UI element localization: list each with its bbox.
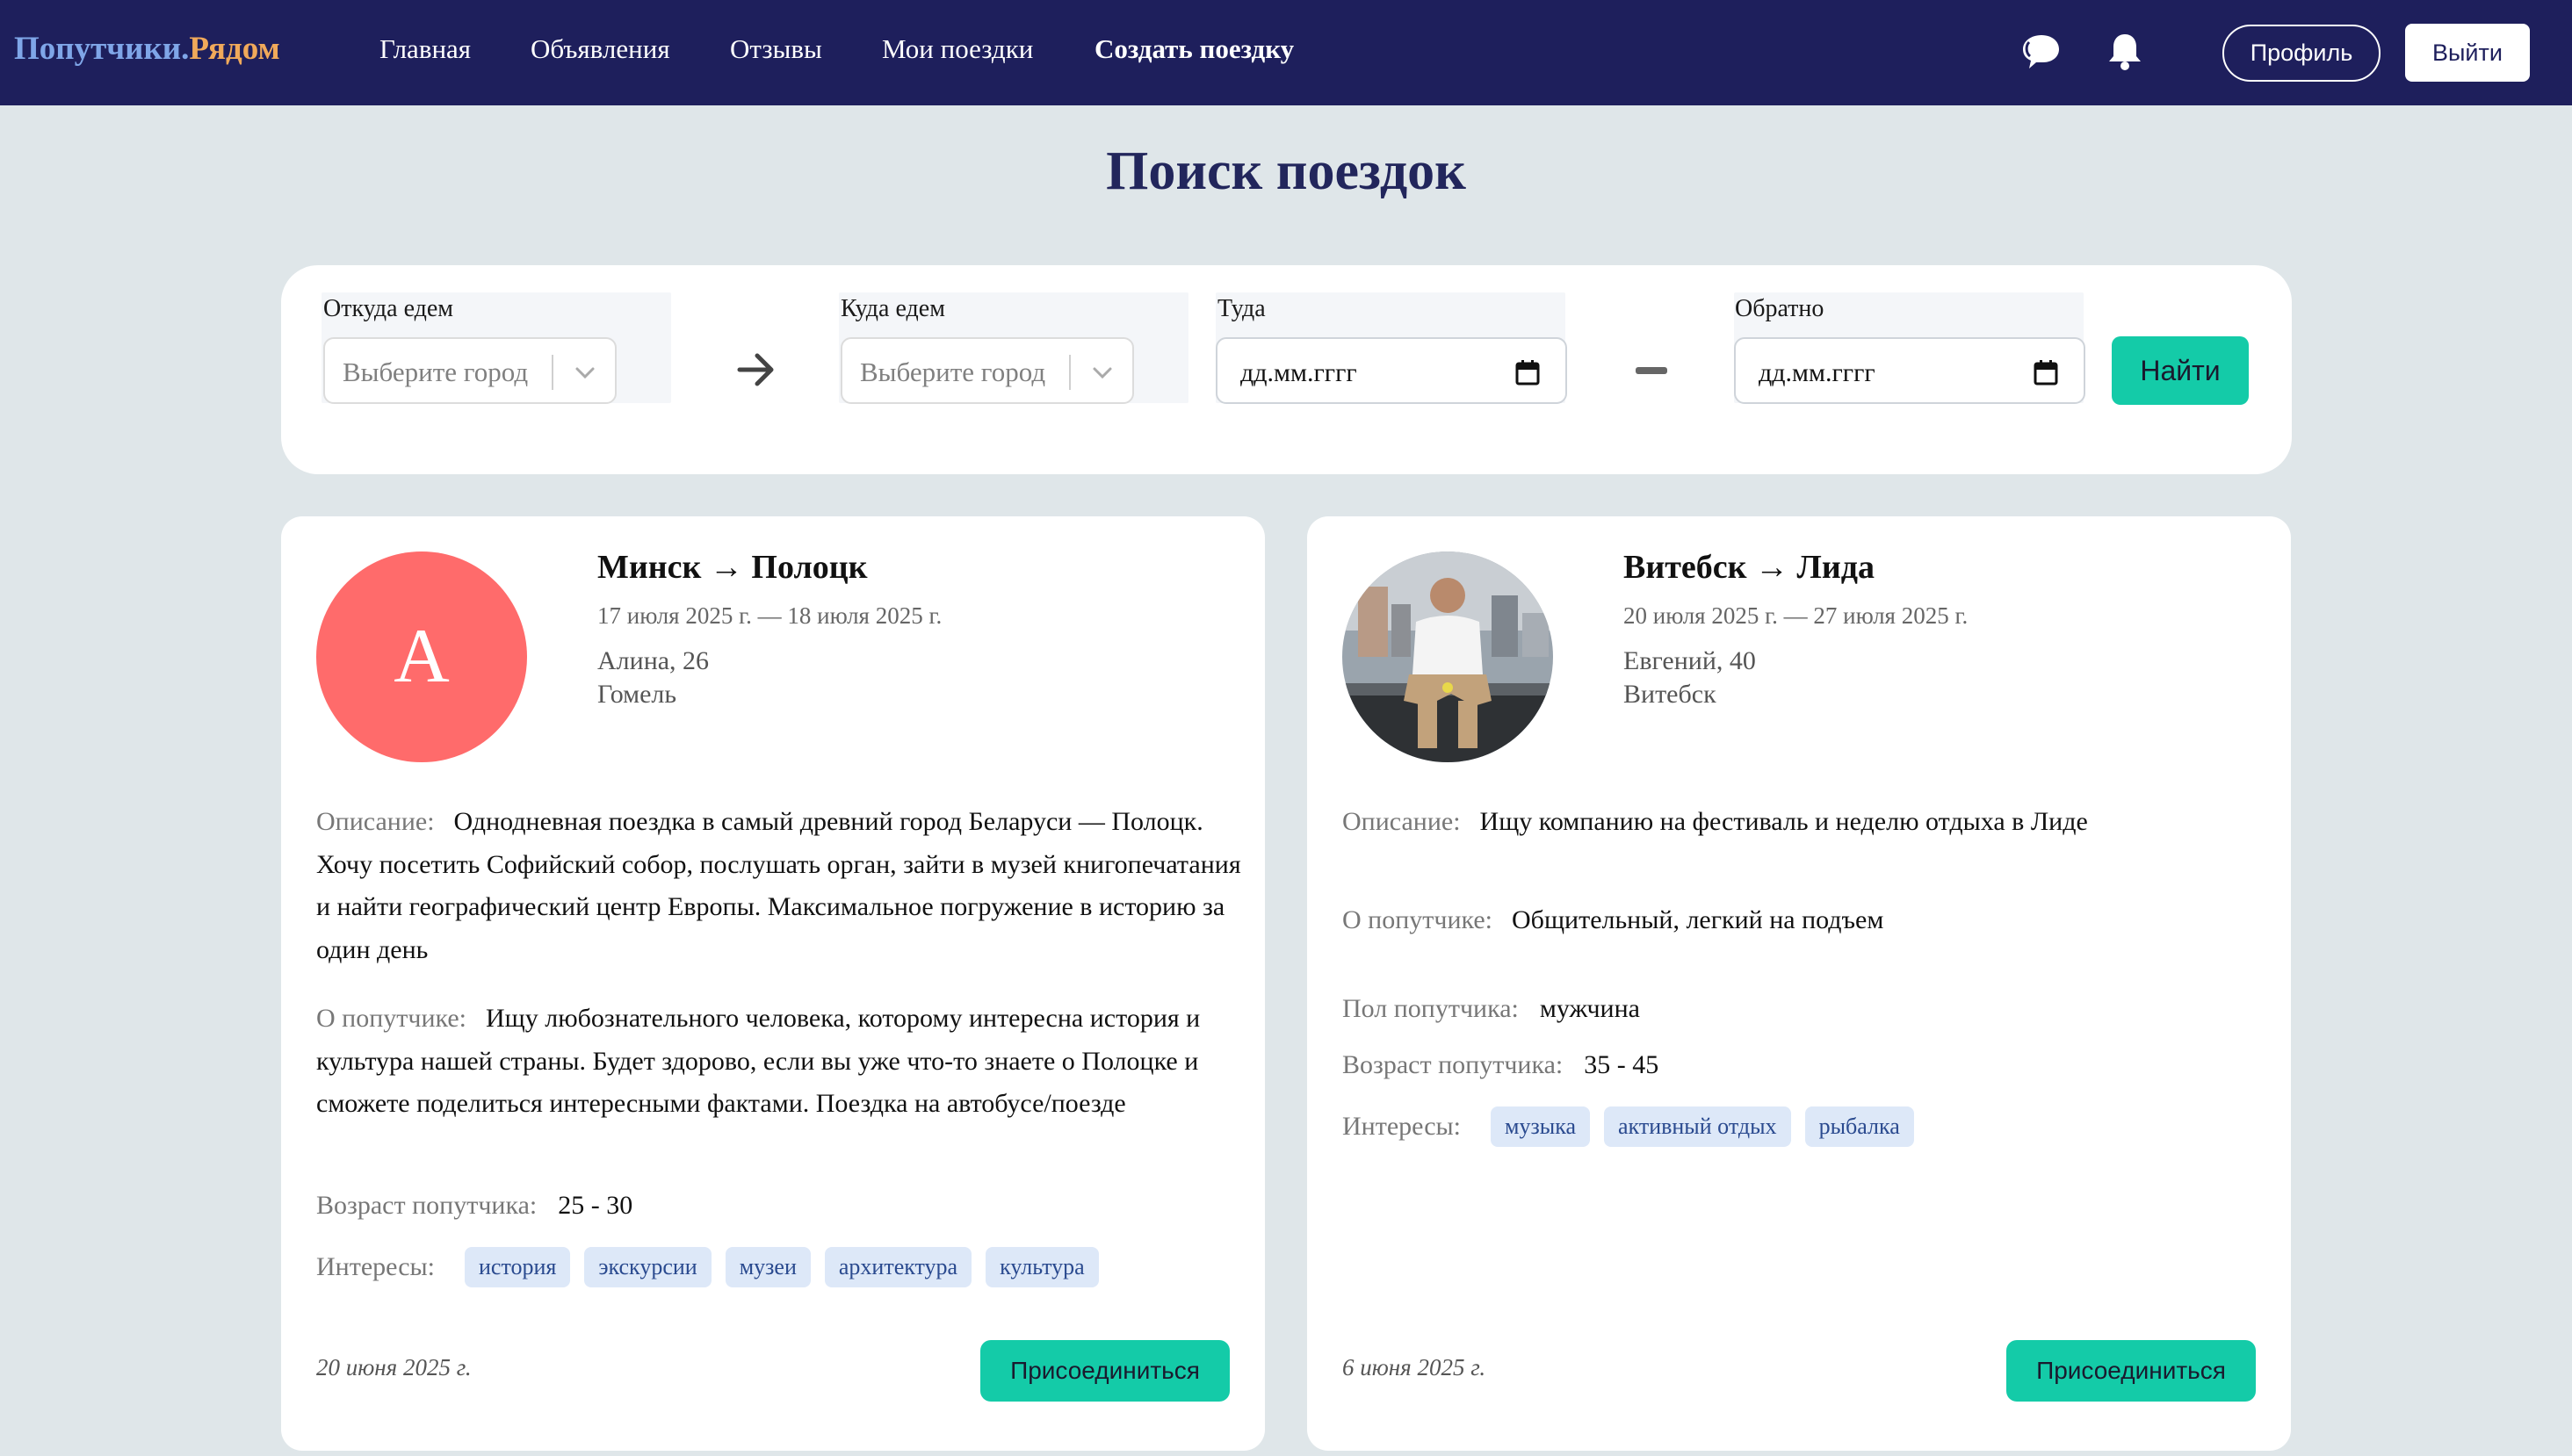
page-title: Поиск поездок <box>1106 141 1466 201</box>
description-label: Описание: <box>1342 807 1461 836</box>
avatar-photo <box>1342 551 1553 762</box>
nav-link-my-trips[interactable]: Мои поездки <box>882 33 1033 65</box>
interests-row: Интересы: история экскурсии музеи архите… <box>316 1247 1113 1287</box>
to-city-placeholder: Выберите город <box>860 357 1046 387</box>
chevron-down-icon[interactable] <box>1088 358 1116 386</box>
posted-date: 20 июня 2025 г. <box>316 1354 472 1380</box>
to-label: Куда едем <box>841 295 945 322</box>
traveler-name-age: Евгений, 40 <box>1623 646 1756 675</box>
there-date-label: Туда <box>1217 295 1266 322</box>
logo-part-2: Рядом <box>189 31 280 67</box>
interest-tag: культура <box>986 1247 1099 1287</box>
trip-dates: 17 июля 2025 г. — 18 июля 2025 г. <box>597 602 943 629</box>
calendar-icon[interactable] <box>2033 358 2059 386</box>
traveler-city: Витебск <box>1623 680 1716 709</box>
profile-button[interactable]: Профиль <box>2222 25 2381 82</box>
nav-link-home[interactable]: Главная <box>379 33 471 65</box>
logout-button[interactable]: Выйти <box>2405 24 2530 82</box>
back-date-label: Обратно <box>1735 295 1824 322</box>
age-label: Возраст попутчика: <box>1342 1050 1564 1079</box>
about-label: О попутчике: <box>316 1004 467 1033</box>
interests-label: Интересы: <box>316 1252 436 1281</box>
about-text: Общительный, легкий на подъем <box>1512 905 1884 934</box>
join-button[interactable]: Присоединиться <box>2006 1340 2256 1402</box>
chat-icon[interactable] <box>2019 30 2063 74</box>
from-label: Откуда едем <box>323 295 454 322</box>
from-city-placeholder: Выберите город <box>343 357 529 387</box>
bell-icon[interactable] <box>2103 30 2147 74</box>
top-navbar: Попутчики.Рядом Главная Объявления Отзыв… <box>0 0 2572 105</box>
posted-date: 6 июня 2025 г. <box>1342 1354 1486 1380</box>
avatar: А <box>316 551 527 762</box>
about-label: О попутчике: <box>1342 905 1493 934</box>
nav-link-reviews[interactable]: Отзывы <box>730 33 822 65</box>
interest-tag: музеи <box>725 1247 811 1287</box>
trip-description: Описание: Ищу компанию на фестиваль и нед… <box>1342 801 2273 844</box>
select-separator <box>552 355 553 390</box>
there-date-placeholder: дд.мм.гггг <box>1240 358 1357 387</box>
trip-card: Витебск → Лида 20 июля 2025 г. — 27 июля… <box>1307 516 2291 1451</box>
find-button[interactable]: Найти <box>2112 336 2249 405</box>
to-city-select[interactable]: Выберите город <box>841 337 1134 404</box>
trip-route: Витебск → Лида <box>1623 549 1875 586</box>
companion-age: Возраст попутчика: 25 - 30 <box>316 1191 632 1221</box>
join-button[interactable]: Присоединиться <box>980 1340 1230 1402</box>
trip-card: А Минск → Полоцк 17 июля 2025 г. — 18 ию… <box>281 516 1265 1451</box>
person-photo-icon <box>1342 551 1553 762</box>
logo-part-1: Попутчики. <box>14 31 190 67</box>
there-date-input[interactable]: дд.мм.гггг <box>1216 337 1567 404</box>
interest-tag: история <box>465 1247 571 1287</box>
description-text: Ищу компанию на фестиваль и неделю отдых… <box>1479 807 2088 836</box>
nav-link-create-trip[interactable]: Создать поездку <box>1095 33 1294 65</box>
interest-tag: архитектура <box>824 1247 972 1287</box>
select-separator <box>1069 355 1071 390</box>
companion-about: О попутчике: Общительный, легкий на подъе… <box>1342 899 2273 942</box>
companion-about: О попутчике: Ищу любознательного человека… <box>316 998 1247 1126</box>
interest-tag: рыбалка <box>1804 1106 1914 1147</box>
description-text: Однодневная поездка в самый древний горо… <box>316 807 1241 964</box>
nav-link-ads[interactable]: Объявления <box>531 33 670 65</box>
companion-age: Возраст попутчика: 35 - 45 <box>1342 1050 1658 1080</box>
age-value: 25 - 30 <box>558 1191 633 1220</box>
description-label: Описание: <box>316 807 435 836</box>
chevron-down-icon[interactable] <box>571 358 599 386</box>
traveler-name-age: Алина, 26 <box>597 646 710 675</box>
back-date-placeholder: дд.мм.гггг <box>1759 358 1875 387</box>
gender-value: мужчина <box>1539 994 1640 1023</box>
age-value: 35 - 45 <box>1584 1050 1659 1079</box>
calendar-icon[interactable] <box>1514 358 1541 386</box>
gender-label: Пол попутчика: <box>1342 994 1519 1023</box>
from-city-select[interactable]: Выберите город <box>323 337 617 404</box>
traveler-city: Гомель <box>597 680 677 709</box>
trip-description: Описание: Однодневная поездка в самый дре… <box>316 801 1247 971</box>
interest-tag: экскурсии <box>584 1247 712 1287</box>
arrow-right-icon <box>737 353 774 386</box>
site-logo[interactable]: Попутчики.Рядом <box>14 30 280 68</box>
trip-route: Минск → Полоцк <box>597 549 868 586</box>
interest-tag: музыка <box>1491 1106 1590 1147</box>
date-range-dash <box>1636 367 1667 374</box>
interests-label: Интересы: <box>1342 1112 1462 1141</box>
companion-gender: Пол попутчика: мужчина <box>1342 994 1640 1024</box>
interests-row: Интересы: музыка активный отдых рыбалка <box>1342 1106 1928 1147</box>
age-label: Возраст попутчика: <box>316 1191 538 1220</box>
trip-dates: 20 июля 2025 г. — 27 июля 2025 г. <box>1623 602 1969 629</box>
interest-tag: активный отдых <box>1604 1106 1791 1147</box>
back-date-input[interactable]: дд.мм.гггг <box>1734 337 2085 404</box>
